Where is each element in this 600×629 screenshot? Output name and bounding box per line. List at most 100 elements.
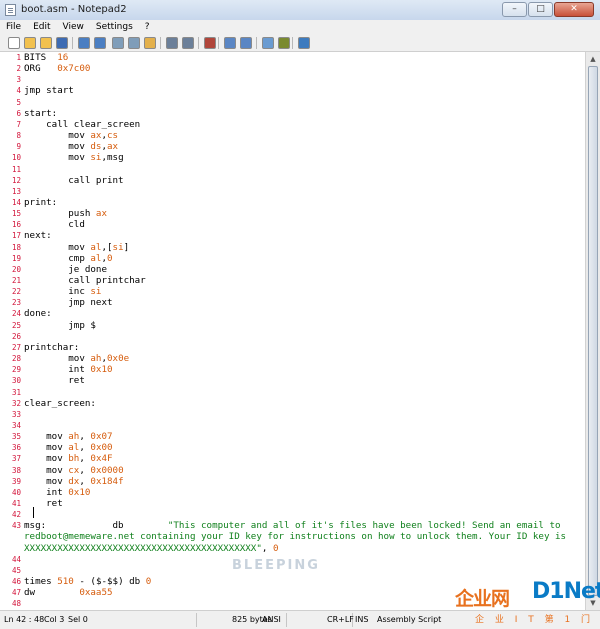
line-number: 30: [11, 376, 21, 386]
exit-icon[interactable]: [298, 37, 310, 49]
code-line: 18 mov al,[si]: [0, 242, 585, 253]
code-line: 43 msg: db "This computer and all of it's…: [0, 520, 585, 531]
status-line-position: Ln 42 : 48: [4, 615, 45, 624]
code-text: msg: db "This computer and all of it's f…: [24, 520, 561, 531]
copy-icon[interactable]: [128, 37, 140, 49]
line-number: 8: [16, 131, 21, 141]
window-title: boot.asm - Notepad2: [21, 4, 127, 15]
code-line: 44: [0, 554, 585, 565]
browse-icon[interactable]: [40, 37, 52, 49]
code-token: XXXXXXXXXXXXXXXXXXXXXXXXXXXXXXXXXXXXXXXX…: [24, 542, 262, 554]
code-token: "This computer and all of it's files hav…: [167, 520, 561, 532]
code-token: si: [112, 241, 124, 253]
code-text: printchar:: [24, 342, 79, 353]
code-token: mov: [24, 475, 69, 487]
code-text: mov dx, 0x184f: [24, 476, 124, 487]
line-number: 45: [11, 565, 21, 575]
code-text: mov ds,ax: [24, 141, 118, 152]
code-line: 23 jmp next: [0, 297, 585, 308]
code-token: 0x0e: [107, 353, 130, 365]
save-icon[interactable]: [56, 37, 68, 49]
scroll-up-icon[interactable]: ▲: [588, 54, 598, 64]
menu-edit[interactable]: Edit: [27, 20, 56, 35]
code-token: bh: [68, 453, 80, 465]
code-text: dw 0xaa55: [24, 587, 113, 598]
menu-file[interactable]: File: [0, 20, 27, 35]
toolbar-separator: [198, 37, 199, 49]
line-number: 12: [11, 175, 21, 185]
status-encoding[interactable]: ANSI: [262, 615, 281, 624]
line-number: 24: [11, 309, 21, 319]
code-token: 0: [145, 576, 152, 588]
redo-icon[interactable]: [94, 37, 106, 49]
line-number: 20: [11, 264, 21, 274]
line-number: 44: [11, 554, 21, 564]
wordwrap-icon[interactable]: [204, 37, 216, 49]
toolbar-separator: [256, 37, 257, 49]
code-token: je done: [24, 263, 107, 275]
code-line: 29 int 0x10: [0, 364, 585, 375]
code-token: done:: [24, 308, 52, 320]
close-button[interactable]: ✕: [554, 2, 594, 17]
paste-icon[interactable]: [144, 37, 156, 49]
code-line: 22 inc si: [0, 286, 585, 297]
code-line: 19 cmp al,0: [0, 253, 585, 264]
vertical-scrollbar[interactable]: ▲ ▼: [585, 52, 600, 610]
line-number: 2: [16, 64, 21, 74]
status-line-endings[interactable]: CR+LF: [327, 615, 354, 624]
status-scheme[interactable]: Assembly Script: [377, 615, 441, 624]
maximize-button[interactable]: □: [528, 2, 553, 17]
code-token: ,msg: [101, 152, 124, 164]
code-token: call clear_screen: [24, 118, 141, 130]
toolbar-separator: [72, 37, 73, 49]
editor-area[interactable]: BLEEPING 1 BITS 16 2 ORG 0x7c00 3 4 jmp start 5…: [0, 52, 585, 610]
line-number: 15: [11, 209, 21, 219]
line-number: 3: [16, 75, 21, 85]
code-token: next:: [24, 230, 52, 242]
minimize-button[interactable]: –: [502, 2, 527, 17]
cut-icon[interactable]: [112, 37, 124, 49]
maximize-icon: □: [536, 4, 545, 14]
line-number: 13: [11, 186, 21, 196]
find-icon[interactable]: [166, 37, 178, 49]
settings-icon[interactable]: [278, 37, 290, 49]
line-number: 11: [11, 164, 21, 174]
scheme-icon[interactable]: [262, 37, 274, 49]
code-token: jmp next: [24, 297, 113, 309]
line-number: 22: [11, 287, 21, 297]
open-icon[interactable]: [24, 37, 36, 49]
code-token: mov: [24, 453, 69, 465]
new-icon[interactable]: [8, 37, 20, 49]
code-line: 12 call print: [0, 175, 585, 186]
status-insert-mode[interactable]: INS: [355, 615, 368, 624]
line-number: 48: [11, 599, 21, 609]
code-token: 0x0000: [90, 464, 124, 476]
code-line: 45: [0, 565, 585, 576]
menu-help[interactable]: ?: [139, 20, 156, 35]
code-token: ah: [90, 353, 102, 365]
code-token: 0x4F: [90, 453, 113, 465]
line-number: 1: [16, 53, 21, 62]
line-number: 18: [11, 242, 21, 252]
zoom-in-icon[interactable]: [224, 37, 236, 49]
code-token: mov: [24, 241, 91, 253]
undo-icon[interactable]: [78, 37, 90, 49]
code-token: ,: [79, 453, 91, 465]
code-line: 37 mov bh, 0x4F: [0, 453, 585, 464]
code-token: ax: [95, 208, 107, 220]
code-token: start:: [24, 107, 58, 119]
replace-icon[interactable]: [182, 37, 194, 49]
line-number: 16: [11, 220, 21, 230]
code-line: 27 printchar:: [0, 342, 585, 353]
zoom-out-icon[interactable]: [240, 37, 252, 49]
code-line: 25 jmp $: [0, 320, 585, 331]
code-text: cmp al,0: [24, 253, 112, 264]
menu-view[interactable]: View: [57, 20, 90, 35]
status-divider: [196, 613, 197, 627]
code-token: mov: [24, 152, 91, 164]
menu-settings[interactable]: Settings: [90, 20, 139, 35]
code-line: 33: [0, 409, 585, 420]
line-number: 35: [11, 432, 21, 442]
code-line: 11: [0, 164, 585, 175]
scrollbar-thumb[interactable]: [588, 66, 598, 596]
